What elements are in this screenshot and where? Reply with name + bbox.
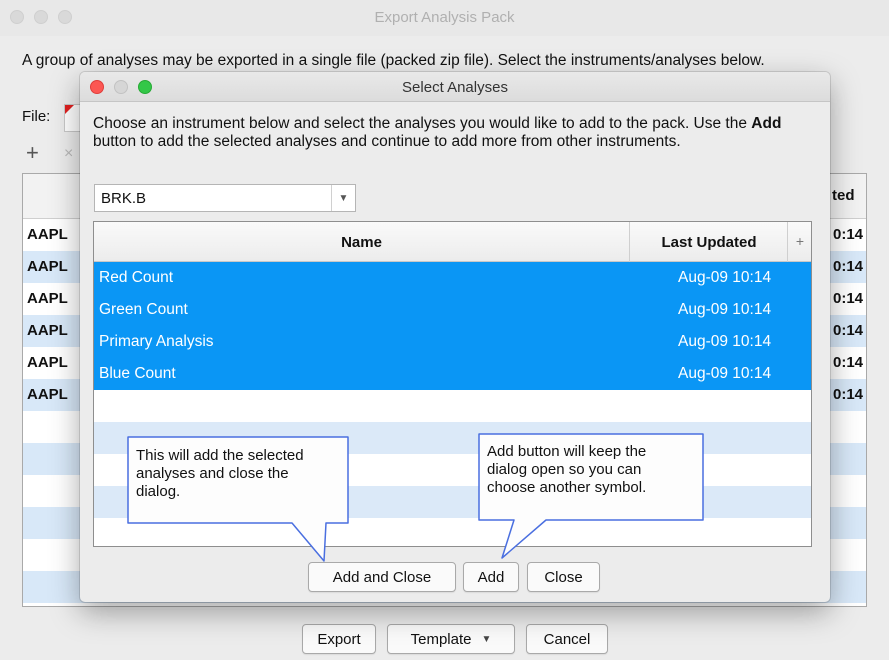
callout-left-text: This will add the selected analyses and … <box>136 447 304 501</box>
analysis-row[interactable]: Red Count Aug-09 10:14 <box>94 262 811 294</box>
row-symbol: AAPL <box>27 226 68 243</box>
instrument-select-value: BRK.B <box>101 190 147 207</box>
column-header-name-label: Name <box>341 233 382 251</box>
callout-right-line: choose another symbol. <box>487 479 647 496</box>
empty-row <box>94 390 811 422</box>
error-flag-icon <box>65 105 74 114</box>
outer-window-title: Export Analysis Pack <box>374 9 515 26</box>
analysis-row[interactable]: Green Count Aug-09 10:14 <box>94 294 811 326</box>
callout-left-line: analyses and close the <box>136 465 289 482</box>
row-symbol: AAPL <box>27 258 68 275</box>
callout-right-text: Add button will keep the dialog open so … <box>487 443 646 497</box>
dialog-description: Choose an instrument below and select th… <box>93 115 823 151</box>
row-symbol: AAPL <box>27 322 68 339</box>
row-symbol: AAPL <box>27 290 68 307</box>
select-analyses-dialog: Select Analyses Choose an instrument bel… <box>80 72 830 602</box>
dialog-description-bold: Add <box>751 115 782 132</box>
row-time: 0:14 <box>833 322 864 339</box>
analysis-updated: Aug-09 10:14 <box>678 333 772 350</box>
dialog-title: Select Analyses <box>402 79 508 96</box>
dialog-description-part1: Choose an instrument below and select th… <box>93 115 752 132</box>
chevron-down-icon: ▼ <box>481 633 492 645</box>
template-button-label: Template <box>410 630 472 648</box>
column-header-last-updated-label: Last Updated <box>661 233 757 251</box>
empty-row <box>94 518 811 546</box>
add-and-close-button[interactable]: Add and Close <box>308 562 456 592</box>
row-time: 0:14 <box>833 386 864 403</box>
callout-right-line: Add button will keep the <box>487 443 647 460</box>
row-time: 0:14 <box>833 354 864 371</box>
outer-button-bar: Export Template ▼ Cancel <box>0 624 889 658</box>
analysis-name: Blue Count <box>99 365 176 382</box>
close-button[interactable]: Close <box>527 562 600 592</box>
outer-title-bar: Export Analysis Pack <box>0 0 889 36</box>
analysis-name: Red Count <box>99 269 174 286</box>
analysis-row[interactable]: Primary Analysis Aug-09 10:14 <box>94 326 811 358</box>
analysis-updated: Aug-09 10:14 <box>678 301 772 318</box>
column-header-updated[interactable]: ted <box>832 187 855 204</box>
add-button-label: Add <box>477 568 505 586</box>
dialog-title-bar: Select Analyses <box>80 72 830 102</box>
analysis-name: Green Count <box>99 301 188 318</box>
callout-right-line: dialog open so you can <box>487 461 642 478</box>
instrument-select[interactable]: BRK.B ▼ <box>94 184 356 212</box>
template-button[interactable]: Template ▼ <box>387 624 515 654</box>
add-icon[interactable]: + <box>26 142 39 164</box>
chevron-down-icon[interactable]: ▼ <box>331 185 355 211</box>
close-button-label: Close <box>544 568 583 586</box>
cancel-button-label: Cancel <box>543 630 591 648</box>
file-label: File: <box>22 108 51 125</box>
remove-icon[interactable]: × <box>64 146 73 162</box>
column-add-icon[interactable]: + <box>789 233 811 249</box>
add-button[interactable]: Add <box>463 562 519 592</box>
dialog-button-bar: Add and Close Add Close <box>80 562 830 594</box>
row-time: 0:14 <box>833 290 864 307</box>
analysis-row[interactable]: Blue Count Aug-09 10:14 <box>94 358 811 390</box>
row-time: 0:14 <box>833 258 864 275</box>
export-button-label: Export <box>317 630 361 648</box>
add-and-close-button-label: Add and Close <box>332 568 432 586</box>
export-button[interactable]: Export <box>302 624 376 654</box>
dialog-description-part2: button to add the selected analyses and … <box>93 133 681 150</box>
analysis-updated: Aug-09 10:14 <box>678 269 772 286</box>
column-header-last-updated[interactable]: Last Updated <box>631 222 788 262</box>
row-time: 0:14 <box>833 226 864 243</box>
row-symbol: AAPL <box>27 386 68 403</box>
analyses-table-header: Name Last Updated + <box>94 222 811 262</box>
callout-left-line: This will add the selected <box>136 447 304 464</box>
analysis-updated: Aug-09 10:14 <box>678 365 772 382</box>
outer-description: A group of analyses may be exported in a… <box>22 52 765 69</box>
analysis-name: Primary Analysis <box>99 333 214 350</box>
row-symbol: AAPL <box>27 354 68 371</box>
cancel-button[interactable]: Cancel <box>526 624 608 654</box>
column-header-name[interactable]: Name <box>94 222 630 262</box>
callout-left-line: dialog. <box>136 483 181 500</box>
